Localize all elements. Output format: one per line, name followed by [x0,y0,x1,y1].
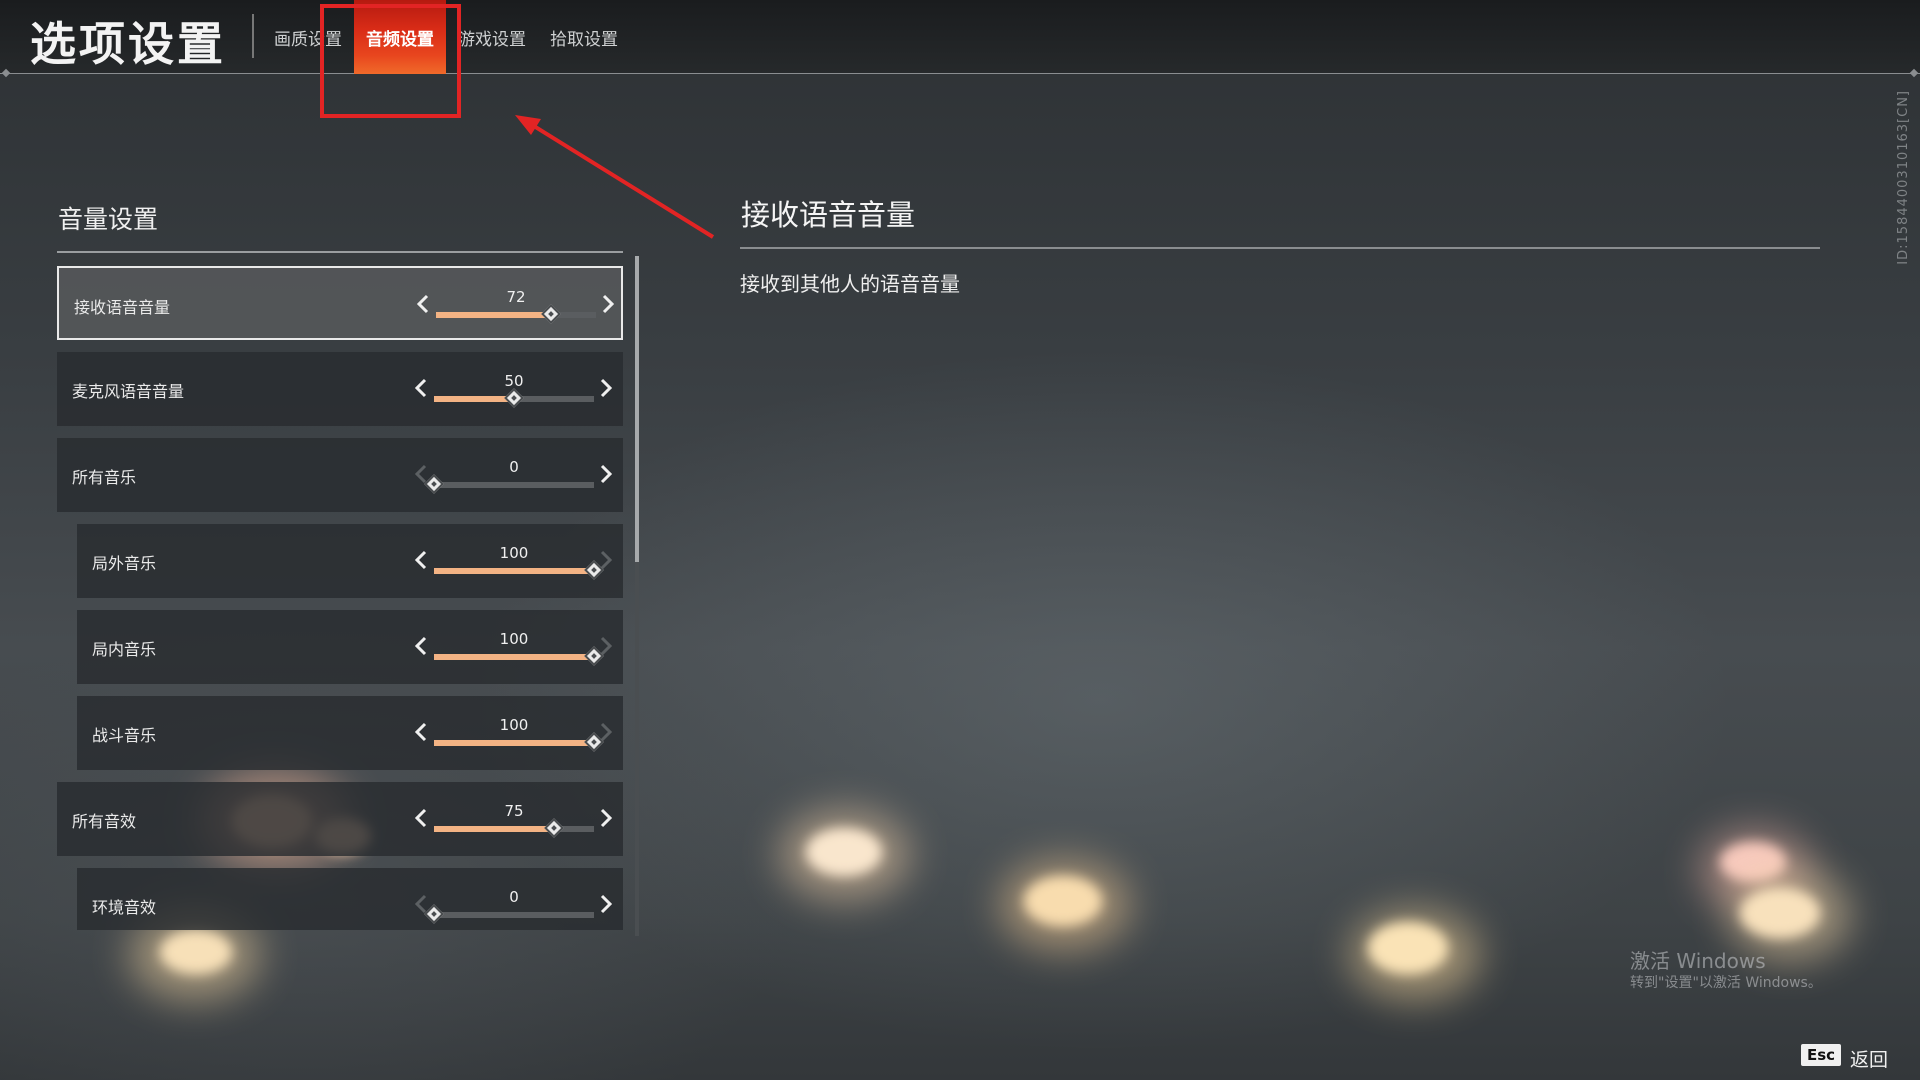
setting-value: 100 [499,716,529,734]
chevron-left-icon[interactable] [415,550,427,570]
chevron-right-icon[interactable] [602,294,614,314]
windows-activation-watermark: 激活 Windows [1630,949,1766,973]
divider-ornament [1909,68,1919,78]
slider-fill [436,312,552,318]
chevron-right-icon[interactable] [600,894,612,914]
scrollbar-thumb[interactable] [635,256,639,562]
detail-description: 接收到其他人的语音音量 [740,272,960,296]
chevron-left-icon[interactable] [415,722,427,742]
client-id-label: ID:1584400310163[CN] [1896,90,1911,265]
volume-slider[interactable] [434,388,594,408]
setting-value: 100 [499,630,529,648]
setting-label: 所有音乐 [72,468,137,487]
volume-slider[interactable] [434,732,604,752]
slider-handle[interactable] [424,474,444,494]
section-divider [57,251,623,253]
volume-slider[interactable] [434,646,604,666]
setting-row[interactable]: 所有音效 75 [57,782,623,856]
chevron-left-icon[interactable] [417,294,429,314]
volume-slider[interactable] [434,818,594,838]
slider-fill [434,740,594,746]
setting-label: 麦克风语音音量 [72,382,185,401]
top-bar: 选项设置 画质设置 音频设置 游戏设置 拾取设置 [0,0,1920,78]
slider-fill [434,826,554,832]
setting-row[interactable]: 局内音乐 100 [77,610,623,684]
chevron-right-icon[interactable] [600,378,612,398]
chevron-left-icon[interactable] [415,808,427,828]
section-title-volume: 音量设置 [58,205,159,234]
volume-slider[interactable] [424,474,594,494]
slider-handle[interactable] [544,818,564,838]
setting-row[interactable]: 麦克风语音音量 50 [57,352,623,426]
setting-label: 环境音效 [92,898,157,917]
setting-row[interactable]: 接收语音音量 72 [57,266,623,340]
setting-label: 局外音乐 [92,554,157,573]
setting-value: 0 [509,458,519,476]
setting-value: 0 [509,888,519,906]
volume-slider[interactable] [436,304,596,324]
slider-fill [434,568,594,574]
tab-pickup[interactable]: 拾取设置 [538,0,630,74]
slider-handle[interactable] [424,904,444,924]
detail-title: 接收语音音量 [741,198,916,232]
back-button[interactable]: 返回 [1850,1045,1888,1072]
detail-divider [740,247,1820,249]
page-title: 选项设置 [30,17,226,71]
slider-handle[interactable] [504,388,524,408]
slider-handle[interactable] [541,304,562,324]
slider-fill [434,396,514,402]
setting-label: 接收语音音量 [74,298,171,317]
chevron-left-icon[interactable] [415,378,427,398]
esc-key-icon[interactable]: Esc [1801,1044,1842,1066]
chevron-right-icon[interactable] [600,808,612,828]
setting-label: 战斗音乐 [92,726,157,745]
setting-value: 75 [504,802,524,820]
annotation-highlight-box [320,4,461,118]
volume-slider[interactable] [424,904,594,924]
title-divider [252,14,254,58]
setting-row[interactable]: 环境音效 0 [77,868,623,930]
setting-value: 100 [499,544,529,562]
windows-activation-hint: 转到"设置"以激活 Windows。 [1630,975,1822,991]
divider-ornament [1,68,11,78]
chevron-right-icon[interactable] [600,464,612,484]
volume-slider[interactable] [434,560,604,580]
setting-row[interactable]: 局外音乐 100 [77,524,623,598]
setting-row[interactable]: 战斗音乐 100 [77,696,623,770]
annotation-arrow-icon [515,115,715,239]
setting-label: 局内音乐 [92,640,157,659]
chevron-left-icon[interactable] [415,636,427,656]
slider-fill [434,654,594,660]
setting-label: 所有音效 [72,812,137,831]
setting-row[interactable]: 所有音乐 0 [57,438,623,512]
